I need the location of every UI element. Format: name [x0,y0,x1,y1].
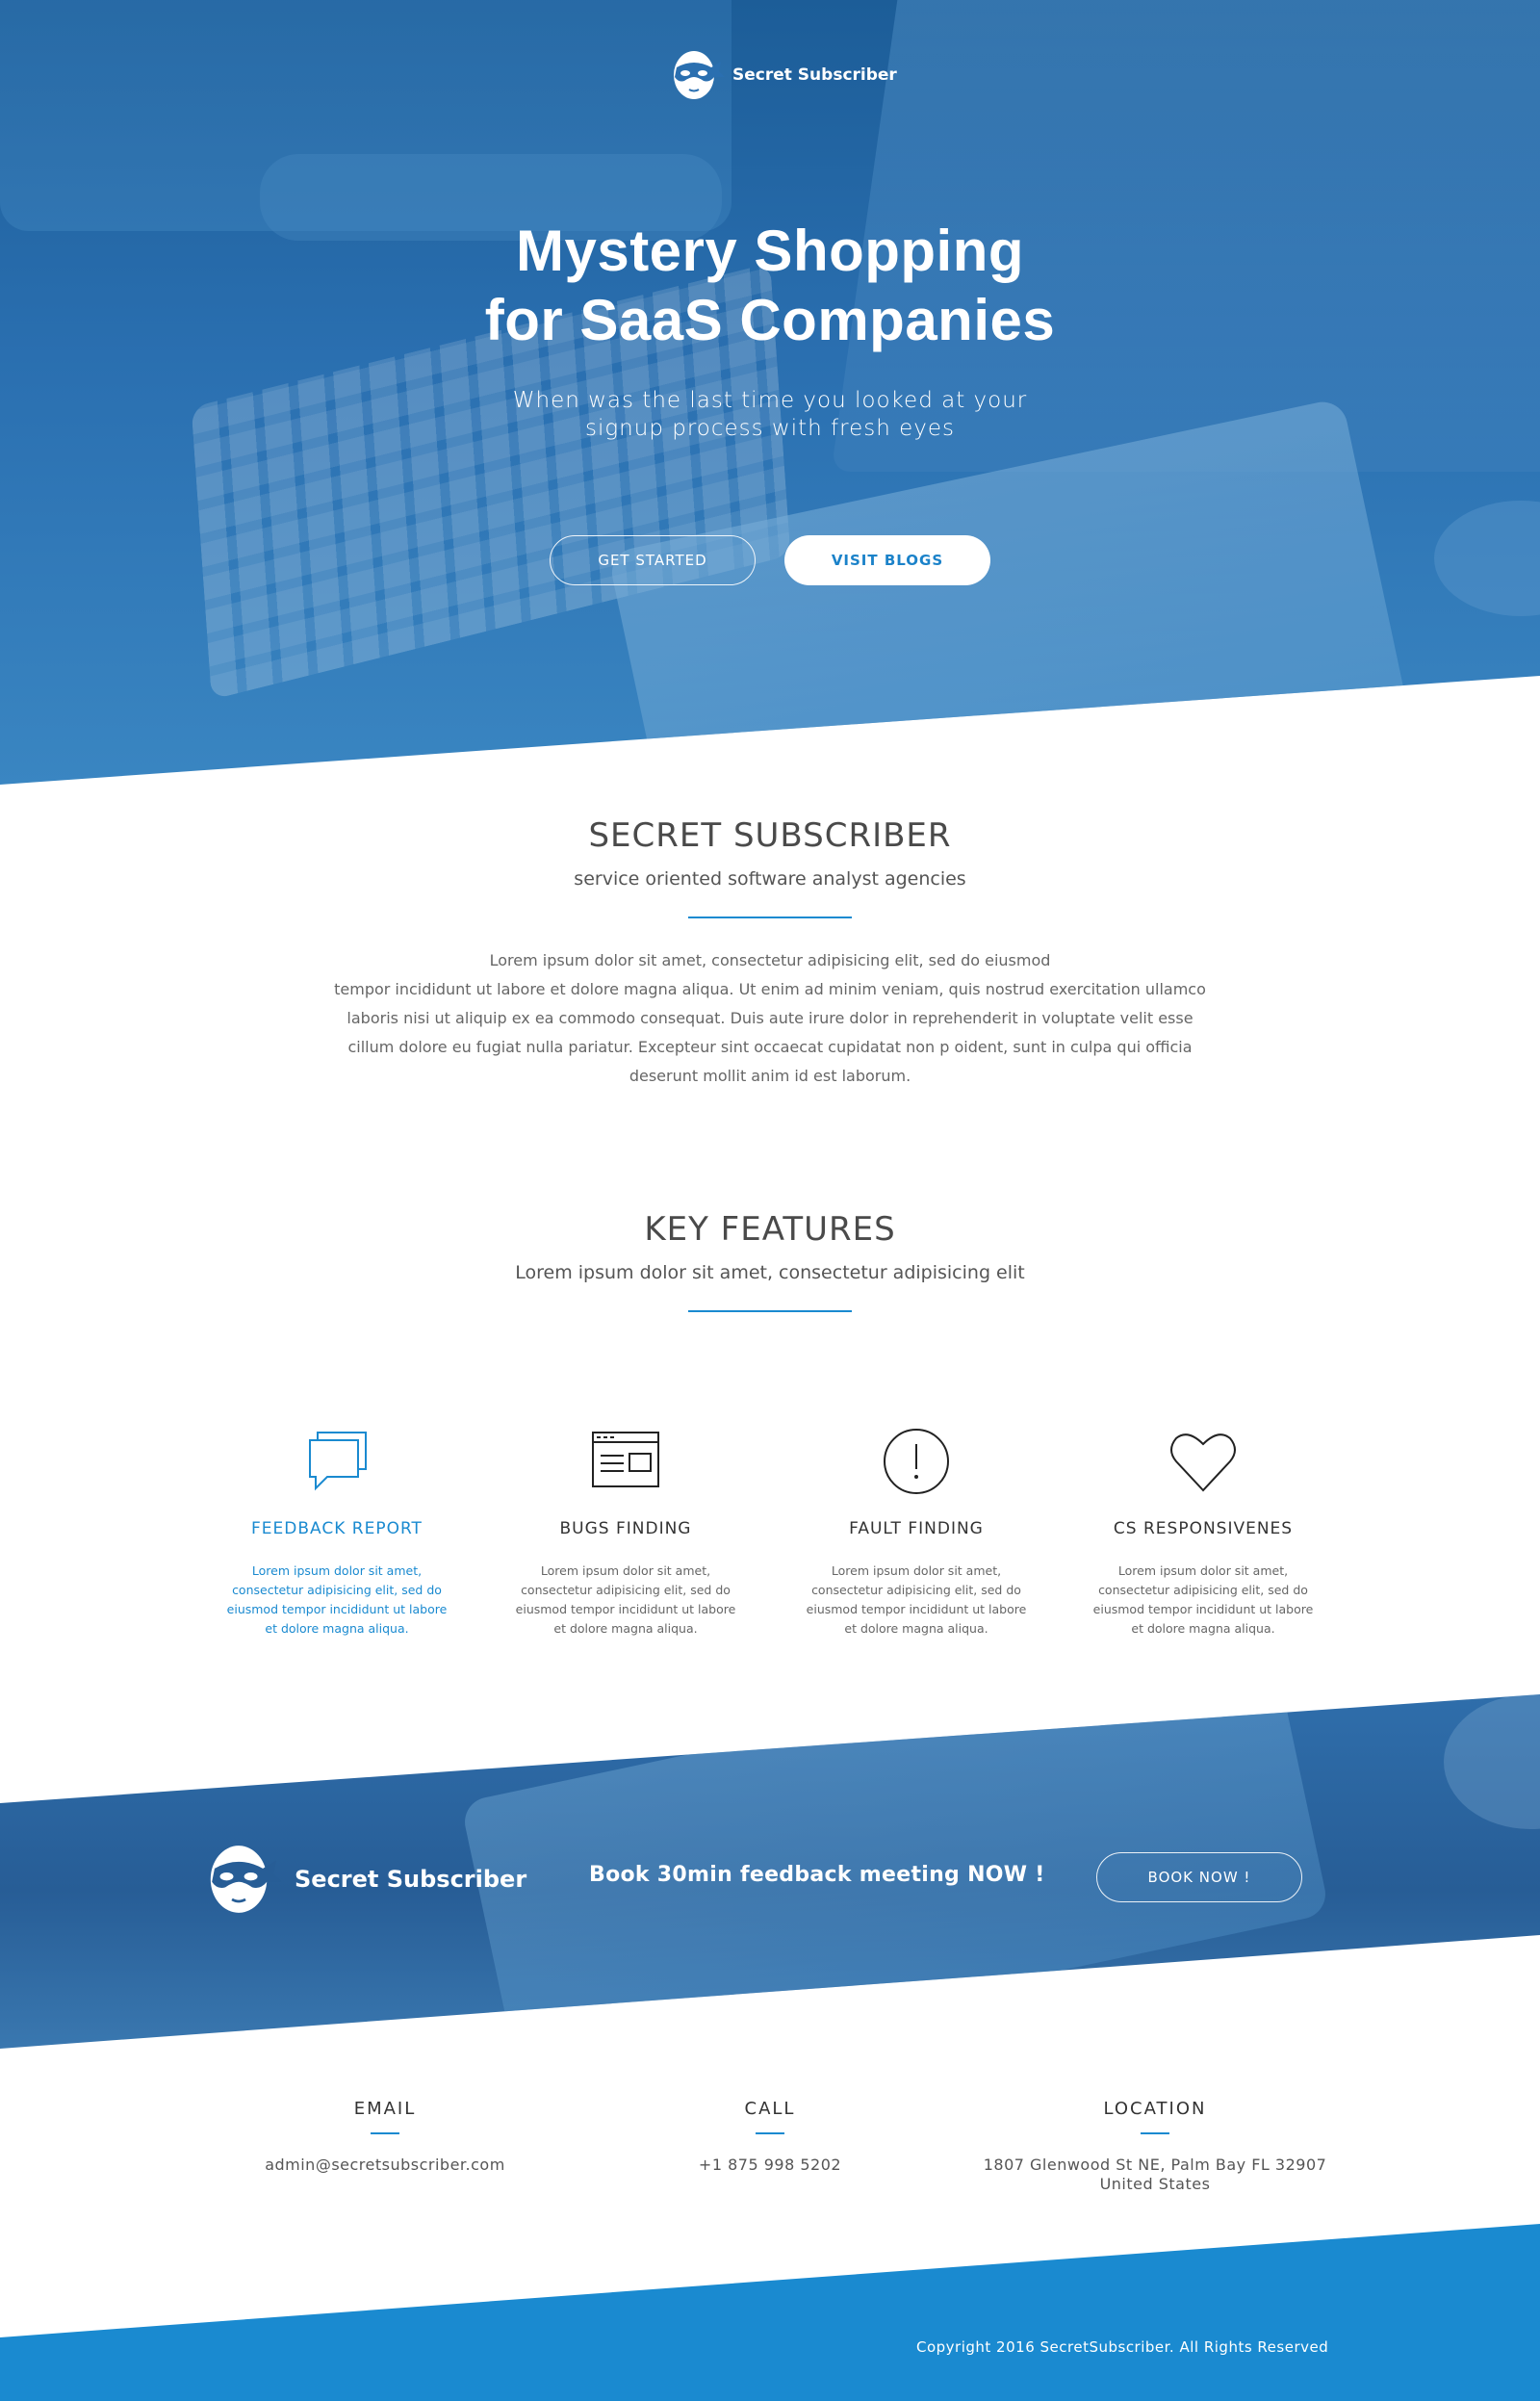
book-now-button[interactable]: BOOK NOW ! [1096,1852,1302,1902]
contact-location: LOCATION 1807 Glenwood St NE, Palm Bay F… [962,2099,1348,2194]
cta-text: Book 30min feedback meeting NOW ! [589,1863,1045,1887]
features-title: KEY FEATURES [644,1210,896,1249]
feature-title: FEEDBACK REPORT [251,1519,423,1538]
browser-window-icon [592,1432,659,1487]
email-link[interactable]: admin@secretsubscriber.com [241,2156,529,2175]
contact-call: CALL +1 875 998 5202 [626,2099,914,2175]
contact-call-label: CALL [744,2099,796,2119]
about-body-line: tempor incididunt ut labore et dolore ma… [334,980,1206,998]
address-line1: 1807 Glenwood St NE, Palm Bay FL 32907 [983,2156,1327,2174]
contact-divider [756,2132,784,2134]
feature-description: Lorem ipsum dolor sit amet, consectetur … [1092,1563,1314,1636]
contact-email-label: EMAIL [353,2099,417,2119]
hero-subtitle-line1: When was the last time you looked at you… [512,388,1028,413]
about-title: SECRET SUBSCRIBER [588,816,952,855]
cta-bg-mouse [1444,1694,1540,1829]
hero-subtitle: When was the last time you looked at you… [433,387,1107,443]
brand-name: Secret Subscriber [295,1866,527,1893]
hero-title: Mystery Shopping for SaaS Companies [385,217,1155,355]
feature-feedback-report[interactable]: FEEDBACK REPORT Lorem ipsum dolor sit am… [212,1425,462,1639]
exclamation-circle-icon [884,1429,949,1494]
about-divider [688,917,852,918]
about-body-line: Lorem ipsum dolor sit amet, consectetur … [489,951,1051,969]
location-address: 1807 Glenwood St NE, Palm Bay FL 32907 U… [962,2156,1348,2194]
feature-fault-finding[interactable]: FAULT FINDING Lorem ipsum dolor sit amet… [791,1425,1041,1639]
get-started-button[interactable]: GET STARTED [550,535,756,585]
about-body: Lorem ipsum dolor sit amet, consectetur … [289,946,1251,1091]
about-body-line: deserunt mollit anim id est laborum. [629,1067,911,1085]
feature-cs-responsiveness[interactable]: CS RESPONSIVENES Lorem ipsum dolor sit a… [1078,1425,1328,1639]
feature-title: CS RESPONSIVENES [1113,1519,1294,1538]
hero-subtitle-line2: signup process with fresh eyes [584,416,955,441]
address-line2: United States [1099,2175,1211,2193]
feature-description: Lorem ipsum dolor sit amet, consectetur … [806,1563,1027,1636]
hero-title-line2: for SaaS Companies [484,288,1056,352]
header-logo[interactable]: Secret Subscriber [671,48,897,102]
copyright-text: Copyright 2016 SecretSubscriber. All Rig… [916,2338,1329,2356]
phone-link[interactable]: +1 875 998 5202 [626,2156,914,2175]
cta-logo[interactable]: Secret Subscriber [206,1842,526,1917]
about-subtitle: service oriented software analyst agenci… [574,868,966,890]
contact-divider [371,2132,399,2134]
contact-divider [1141,2132,1169,2134]
feature-bugs-finding[interactable]: BUGS FINDING Lorem ipsum dolor sit amet,… [500,1425,751,1639]
spy-mask-icon [674,51,725,99]
chat-bubbles-icon [309,1432,367,1491]
features-divider [688,1310,852,1312]
feature-description: Lorem ipsum dolor sit amet, consectetur … [515,1563,736,1636]
feature-title: BUGS FINDING [559,1519,692,1538]
brand-name: Secret Subscriber [732,65,897,85]
hero-bg-mouse [1434,501,1540,616]
heart-icon [1170,1433,1236,1492]
contact-email: EMAIL admin@secretsubscriber.com [241,2099,529,2175]
contact-location-label: LOCATION [1103,2099,1207,2119]
feature-title: FAULT FINDING [849,1519,984,1538]
about-body-line: cillum dolore eu fugiat nulla pariatur. … [347,1038,1193,1056]
footer [0,2224,1540,2401]
visit-blogs-button[interactable]: VISIT BLOGS [784,535,990,585]
features-subtitle: Lorem ipsum dolor sit amet, consectetur … [515,1262,1025,1283]
hero-title-line1: Mystery Shopping [515,219,1025,283]
spy-mask-icon [210,1846,282,1913]
feature-description: Lorem ipsum dolor sit amet, consectetur … [226,1563,448,1636]
about-body-line: laboris nisi ut aliquip ex ea commodo co… [346,1009,1194,1027]
